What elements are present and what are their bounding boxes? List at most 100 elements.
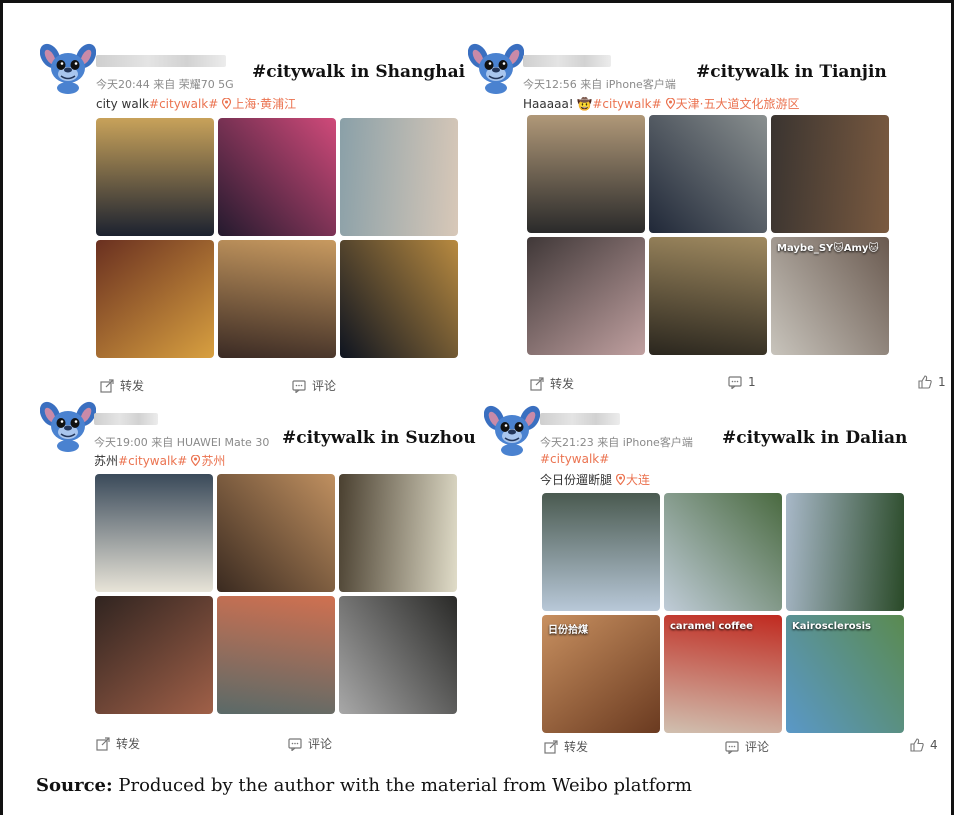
like-count: 1 [938,375,946,389]
thumbs-up-icon [918,375,932,389]
repost-label: 转发 [116,737,141,751]
repost-button[interactable]: 转发 [544,738,588,755]
photo-thumbnail[interactable] [218,240,336,358]
comment-label: 评论 [745,740,770,754]
photo-thumbnail[interactable]: 日份拾煤 [542,615,660,733]
repost-button[interactable]: 转发 [100,377,144,394]
repost-icon [530,376,544,391]
blurred-username[interactable] [94,413,158,425]
post-meta: 今天21:23 来自 iPhone客户端 [540,436,693,449]
photo-grid [96,118,458,358]
photo-caption: caramel coffee [670,621,753,632]
post-meta: 今天19:00 来自 HUAWEI Mate 30 [94,436,270,449]
photo-thumbnail[interactable] [218,118,336,236]
hashtag-link[interactable]: #citywalk# [540,452,609,466]
location-link[interactable]: 上海·黄浦江 [232,97,296,111]
photo-thumbnail[interactable] [96,118,214,236]
photo-grid: 日份拾煤 caramel coffee Kairosclerosis [542,493,904,733]
avatar[interactable] [39,38,97,94]
post-text-prefix: Haaaaa! 🤠 [523,97,593,111]
photo-thumbnail[interactable] [527,237,645,355]
location-link[interactable]: 大连 [626,473,650,487]
comment-icon [288,737,302,752]
photo-caption: Maybe_SY🐱Amy🐱 [777,243,879,254]
photo-thumbnail[interactable] [527,115,645,233]
location-pin-icon [191,454,201,467]
post-text: #citywalk# [540,452,609,466]
photo-thumbnail[interactable] [340,118,458,236]
photo-thumbnail[interactable] [217,474,335,592]
hashtag-link[interactable]: #citywalk# [149,97,218,111]
post-overlay-title: #citywalk in Shanghai [252,62,466,82]
repost-label: 转发 [564,740,589,754]
source-label: Source: [36,775,113,796]
repost-icon [96,736,110,751]
repost-icon [544,739,558,754]
comment-button[interactable]: 评论 [292,377,336,394]
photo-thumbnail[interactable] [95,474,213,592]
location-link[interactable]: 天津·五大道文化旅游区 [676,97,800,111]
source-caption: Source: Produced by the author with the … [36,775,692,796]
photo-thumbnail[interactable]: caramel coffee [664,615,782,733]
repost-button[interactable]: 转发 [96,735,140,752]
photo-thumbnail[interactable] [340,240,458,358]
blurred-username[interactable] [96,55,226,67]
comment-label: 评论 [312,379,337,393]
post-text-body: 今日份遛断腿 [540,473,613,487]
hashtag-link[interactable]: #citywalk# [592,97,661,111]
comment-icon [292,379,306,394]
photo-thumbnail[interactable]: Maybe_SY🐱Amy🐱 [771,237,889,355]
avatar[interactable] [483,400,541,456]
photo-thumbnail[interactable] [96,240,214,358]
avatar[interactable] [39,396,97,452]
comment-label: 1 [748,375,756,389]
photo-thumbnail[interactable] [649,115,767,233]
location-pin-icon [665,97,675,110]
thumbs-up-icon [910,738,924,752]
post-overlay-title: #citywalk in Suzhou [282,428,476,448]
repost-button[interactable]: 转发 [530,375,574,392]
post-text-line2: 今日份遛断腿 大连 [540,471,650,488]
photo-thumbnail[interactable] [649,237,767,355]
comment-button[interactable]: 评论 [725,738,769,755]
blurred-username[interactable] [523,55,611,67]
blurred-username[interactable] [540,413,620,425]
photo-thumbnail[interactable] [217,596,335,714]
post-meta: 今天20:44 来自 荣耀70 5G [96,78,234,91]
post-text-prefix: 苏州 [94,454,119,468]
comment-icon [725,740,739,755]
photo-grid [95,474,457,714]
photo-thumbnail[interactable] [542,493,660,611]
comment-label: 评论 [308,737,333,751]
photo-thumbnail[interactable] [339,474,457,592]
photo-thumbnail[interactable] [95,596,213,714]
comment-button[interactable]: 评论 [288,735,332,752]
source-text: Produced by the author with the material… [112,775,692,796]
photo-thumbnail[interactable] [786,493,904,611]
repost-label: 转发 [550,377,575,391]
avatar[interactable] [467,38,525,94]
comment-button[interactable]: 1 [728,375,756,390]
photo-thumbnail[interactable] [771,115,889,233]
post-overlay-title: #citywalk in Tianjin [696,62,887,82]
repost-icon [100,378,114,393]
post-meta: 今天12:56 来自 iPhone客户端 [523,78,676,91]
like-button[interactable]: 4 [910,738,938,752]
location-link[interactable]: 苏州 [201,454,225,468]
location-pin-icon [615,473,626,486]
photo-grid: Maybe_SY🐱Amy🐱 [527,115,889,355]
photo-caption: Kairosclerosis [792,621,871,632]
photo-thumbnail[interactable] [664,493,782,611]
photo-thumbnail[interactable]: Kairosclerosis [786,615,904,733]
location-pin-icon [222,97,232,110]
hashtag-link[interactable]: #citywalk# [118,454,187,468]
post-overlay-title: #citywalk in Dalian [722,428,908,448]
like-button[interactable]: 1 [918,375,946,389]
post-text: 苏州#citywalk# 苏州 [94,452,225,469]
post-text-prefix: city walk [96,97,150,111]
photo-caption: 日份拾煤 [548,625,588,636]
photo-thumbnail[interactable] [339,596,457,714]
post-text: city walk#citywalk# 上海·黄浦江 [96,95,296,112]
post-text: Haaaaa! 🤠#citywalk# 天津·五大道文化旅游区 [523,95,800,112]
comment-icon [728,375,742,390]
